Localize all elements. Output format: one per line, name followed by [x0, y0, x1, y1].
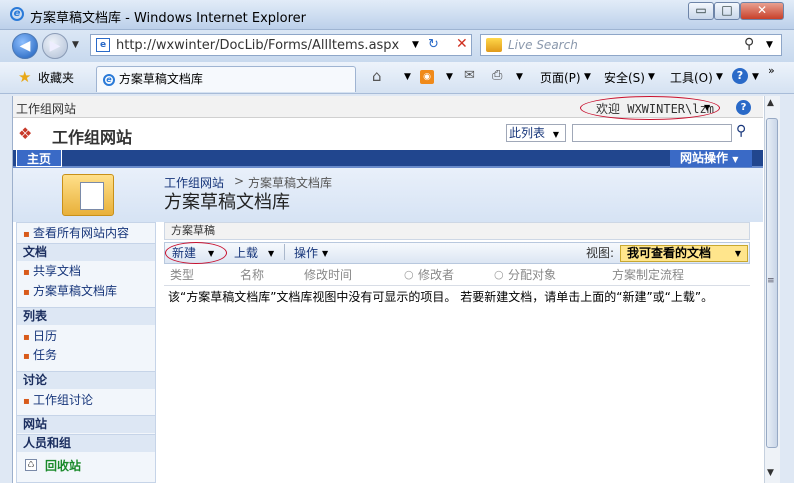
tab-ie-icon: e: [103, 73, 115, 86]
tab-home[interactable]: 主页: [16, 149, 62, 167]
mail-icon[interactable]: ✉: [464, 68, 475, 83]
actions-button[interactable]: 操作: [294, 246, 318, 260]
live-search-icon: [486, 38, 502, 52]
header-divider: [164, 285, 750, 286]
column-type[interactable]: 类型: [170, 268, 194, 282]
home-dropdown-icon[interactable]: ▼: [404, 72, 411, 82]
nav-heading-sites[interactable]: 网站: [17, 415, 155, 433]
site-actions-menu[interactable]: 网站操作 ▼: [670, 150, 752, 167]
refresh-icon[interactable]: ↻: [428, 37, 439, 52]
upload-dropdown-icon[interactable]: ▼: [268, 249, 274, 258]
sp-help-icon[interactable]: ?: [736, 100, 751, 115]
stop-icon[interactable]: ✕: [456, 36, 468, 52]
nav-heading-people[interactable]: 人员和组: [17, 434, 155, 452]
scroll-down-icon[interactable]: ▼: [767, 468, 774, 478]
page-icon: e: [96, 38, 110, 52]
address-dropdown-icon[interactable]: ▼: [412, 40, 419, 50]
nav-heading-lists[interactable]: 列表: [17, 307, 155, 325]
document-page-icon: [80, 182, 104, 210]
upload-button[interactable]: 上载: [234, 246, 258, 260]
ie-logo-icon: e: [10, 7, 24, 21]
safety-menu[interactable]: 安全(S): [604, 70, 645, 86]
help-icon[interactable]: ?: [732, 68, 748, 84]
column-assigned-to[interactable]: 分配对象: [508, 268, 556, 282]
actions-dropdown-icon[interactable]: ▼: [322, 249, 328, 258]
view-all-content-link[interactable]: 查看所有网站内容: [23, 225, 129, 243]
tools-menu[interactable]: 工具(O): [670, 70, 713, 86]
search-scope-select[interactable]: 此列表 ▼: [506, 124, 566, 142]
recycle-bin-icon: ♺: [25, 459, 37, 471]
print-dropdown-icon[interactable]: ▼: [516, 72, 523, 82]
column-name[interactable]: 名称: [240, 268, 264, 282]
quick-launch: 查看所有网站内容 文档 共享文档 方案草稿文档库 列表 日历 任务 讨论 工作组…: [16, 222, 156, 483]
more-commands-icon[interactable]: »: [768, 64, 775, 77]
search-placeholder: Live Search: [508, 38, 578, 52]
page-banner: [13, 168, 763, 222]
site-logo-icon: ❖: [18, 124, 33, 143]
url-text[interactable]: http://wxwinter/DocLib/Forms/AllItems.as…: [116, 38, 399, 53]
toolbar-divider: [284, 244, 285, 260]
view-selector[interactable]: 我可查看的文档 ▼: [620, 245, 748, 262]
home-icon[interactable]: ⌂: [372, 67, 382, 85]
favorites-button[interactable]: 收藏夹: [38, 70, 74, 86]
site-actions-dropdown-icon: ▼: [732, 155, 739, 164]
global-site-link[interactable]: 工作组网站: [16, 100, 76, 117]
nav-heading-documents[interactable]: 文档: [17, 243, 155, 261]
scroll-up-icon[interactable]: ▲: [767, 98, 774, 108]
column-workflow[interactable]: 方案制定流程: [612, 268, 684, 282]
tab-title: 方案草稿文档库: [118, 72, 203, 86]
page-dropdown-icon[interactable]: ▼: [584, 72, 591, 82]
page-menu[interactable]: 页面(P): [540, 70, 581, 86]
column-modified[interactable]: 修改时间: [304, 268, 352, 282]
browser-tab[interactable]: e 方案草稿文档库: [96, 66, 356, 92]
favorites-star-icon: ★: [18, 68, 32, 86]
search-scope-value: 此列表: [509, 126, 546, 140]
new-annotation-ellipse: [165, 242, 227, 264]
view-selector-value: 我可查看的文档: [627, 246, 712, 260]
forward-button[interactable]: ▶: [42, 33, 68, 59]
page-title: 方案草稿文档库: [164, 192, 290, 213]
help-dropdown-icon[interactable]: ▼: [752, 72, 759, 82]
site-title[interactable]: 工作组网站: [52, 124, 132, 148]
maximize-button[interactable]: □: [714, 2, 740, 20]
nav-item-team-discussion[interactable]: 工作组讨论: [23, 392, 93, 410]
nav-item-draft-library[interactable]: 方案草稿文档库: [23, 283, 117, 301]
feeds-icon[interactable]: ◉: [420, 70, 434, 84]
print-icon[interactable]: ⎙: [492, 68, 502, 83]
view-label: 视图:: [586, 246, 615, 260]
scope-dropdown-icon: ▼: [552, 130, 559, 139]
feeds-dropdown-icon[interactable]: ▼: [446, 72, 453, 82]
site-actions-label: 网站操作: [680, 151, 729, 165]
breadcrumb-separator: >: [234, 174, 245, 188]
top-navigation: [13, 150, 763, 168]
minimize-button[interactable]: ▭: [688, 2, 714, 20]
recycle-bin-link[interactable]: 回收站: [45, 457, 81, 474]
site-search-input[interactable]: [572, 124, 732, 142]
back-button[interactable]: ◀: [12, 33, 38, 59]
welcome-annotation-ellipse: [580, 96, 720, 120]
safety-dropdown-icon[interactable]: ▼: [648, 72, 655, 82]
nav-heading-discussions[interactable]: 讨论: [17, 371, 155, 389]
search-icon[interactable]: ⚲: [744, 36, 754, 52]
nav-item-shared-documents[interactable]: 共享文档: [23, 263, 81, 281]
scroll-grip-icon: ≡: [767, 276, 775, 286]
search-dropdown-icon[interactable]: ▼: [766, 40, 773, 50]
column-modified-by-icon: ○: [404, 268, 414, 281]
close-button[interactable]: ✕: [740, 2, 784, 20]
empty-view-message: 该“方案草稿文档库”文档库视图中没有可显示的项目。 若要新建文档，请单击上面的“…: [168, 290, 714, 304]
site-search-icon[interactable]: ⚲: [736, 123, 746, 139]
history-dropdown-icon[interactable]: ▼: [72, 40, 79, 50]
view-dropdown-icon: ▼: [734, 249, 741, 258]
nav-item-calendar[interactable]: 日历: [23, 328, 57, 346]
tools-dropdown-icon[interactable]: ▼: [716, 72, 723, 82]
nav-item-tasks[interactable]: 任务: [23, 347, 57, 365]
column-modified-by[interactable]: 修改者: [418, 268, 454, 282]
column-assigned-icon: ○: [494, 268, 504, 281]
window-title: 方案草稿文档库 - Windows Internet Explorer: [30, 11, 306, 26]
library-title-bar: 方案草稿: [164, 222, 750, 240]
